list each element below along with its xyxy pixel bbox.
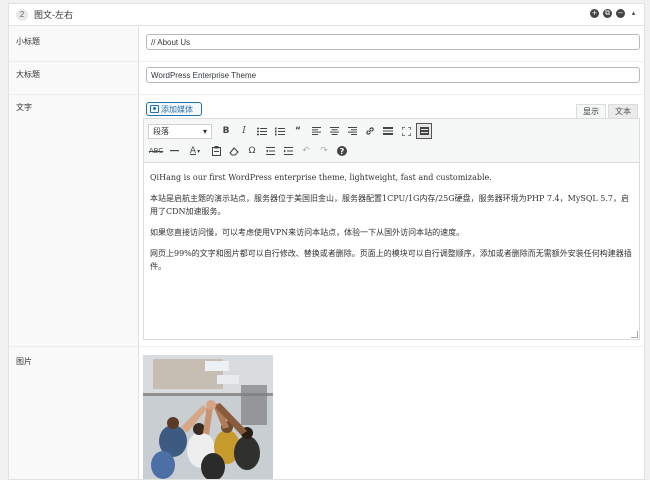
field-divider (9, 94, 644, 95)
tab-visual[interactable]: 显示 (576, 104, 606, 118)
clear-formatting-icon[interactable] (226, 143, 242, 159)
text-label: 文字 (16, 103, 32, 112)
editor-toolbar: 段落 ▾ B I “ ABC A ▾ Ω ↶ ↷ ? (144, 119, 639, 163)
special-char-icon[interactable]: Ω (244, 143, 260, 159)
content-paragraph: 如果您直接访问慢，可以考虑使用VPN来访问本站点，体验一下从国外访问本站的速度。 (150, 228, 465, 237)
row-layout-title: 图文-左右 (34, 10, 73, 20)
team-high-five-photo (143, 355, 273, 479)
editor-mode-tabs: 显示 文本 (576, 104, 638, 118)
bullet-list-icon[interactable] (254, 123, 270, 139)
field-divider (9, 346, 644, 347)
editor-content[interactable]: QiHang is our first WordPress enterprise… (144, 163, 639, 273)
text-color-icon[interactable]: A ▾ (184, 143, 206, 159)
tab-text[interactable]: 文本 (608, 104, 638, 118)
image-preview[interactable] (143, 355, 273, 479)
toolbar-row-1: 段落 ▾ B I “ (148, 122, 432, 140)
read-more-icon[interactable] (380, 123, 396, 139)
title-input[interactable]: WordPress Enterprise Theme (146, 67, 640, 83)
field-divider (9, 61, 644, 62)
align-right-icon[interactable] (344, 123, 360, 139)
numbered-list-icon[interactable] (272, 123, 288, 139)
collapse-row-icon[interactable]: ▴ (629, 9, 638, 18)
add-media-label: 添加媒体 (161, 104, 193, 114)
outdent-icon[interactable] (262, 143, 278, 159)
add-media-button[interactable]: 添加媒体 (146, 102, 202, 116)
media-icon (150, 105, 159, 113)
align-left-icon[interactable] (308, 123, 324, 139)
fullscreen-icon[interactable] (398, 123, 414, 139)
image-label: 图片 (16, 357, 32, 366)
italic-icon[interactable]: I (236, 123, 252, 139)
subtitle-label: 小标题 (16, 37, 40, 46)
subtitle-input[interactable]: // About Us (146, 34, 640, 50)
content-paragraph: 本站是启航主题的演示站点，服务器位于美国旧金山，服务器配置1CPU/1G内存/2… (150, 194, 629, 216)
link-icon[interactable] (362, 123, 378, 139)
help-icon[interactable]: ? (334, 143, 350, 159)
undo-icon[interactable]: ↶ (298, 143, 314, 159)
remove-row-icon[interactable]: − (616, 9, 625, 18)
format-select-value: 段落 (153, 126, 169, 136)
redo-icon[interactable]: ↷ (316, 143, 332, 159)
strikethrough-icon[interactable]: ABC (148, 143, 164, 159)
toolbar-toggle-icon[interactable] (416, 123, 432, 139)
title-label: 大标题 (16, 70, 40, 79)
duplicate-row-icon[interactable]: ⧉ (603, 9, 612, 18)
row-handle[interactable]: 2 图文-左右 + ⧉ − ▴ (9, 4, 644, 26)
toolbar-row-2: ABC A ▾ Ω ↶ ↷ ? (148, 142, 350, 160)
add-row-icon[interactable]: + (590, 9, 599, 18)
format-select[interactable]: 段落 ▾ (148, 123, 212, 139)
row-controls: + ⧉ − ▴ (590, 9, 638, 18)
row-number: 2 (16, 8, 28, 21)
align-center-icon[interactable] (326, 123, 342, 139)
wysiwyg-editor: 段落 ▾ B I “ ABC A ▾ Ω ↶ ↷ ? QiHang is our… (143, 118, 640, 340)
svg-text:?: ? (340, 147, 345, 156)
horizontal-line-icon[interactable] (166, 143, 182, 159)
resize-handle-icon[interactable] (631, 331, 638, 338)
blockquote-icon[interactable]: “ (290, 123, 306, 139)
flexible-content-row: 2 图文-左右 + ⧉ − ▴ 小标题 // About Us 大标题 Word… (8, 3, 645, 480)
chevron-down-icon: ▾ (202, 126, 207, 136)
indent-icon[interactable] (280, 143, 296, 159)
content-paragraph: QiHang is our first WordPress enterprise… (150, 173, 492, 182)
content-paragraph: 网页上99%的文字和图片都可以自行修改、替换或者删除。页面上的模块可以自行调整顺… (150, 249, 632, 271)
paste-text-icon[interactable] (208, 143, 224, 159)
bold-icon[interactable]: B (218, 123, 234, 139)
